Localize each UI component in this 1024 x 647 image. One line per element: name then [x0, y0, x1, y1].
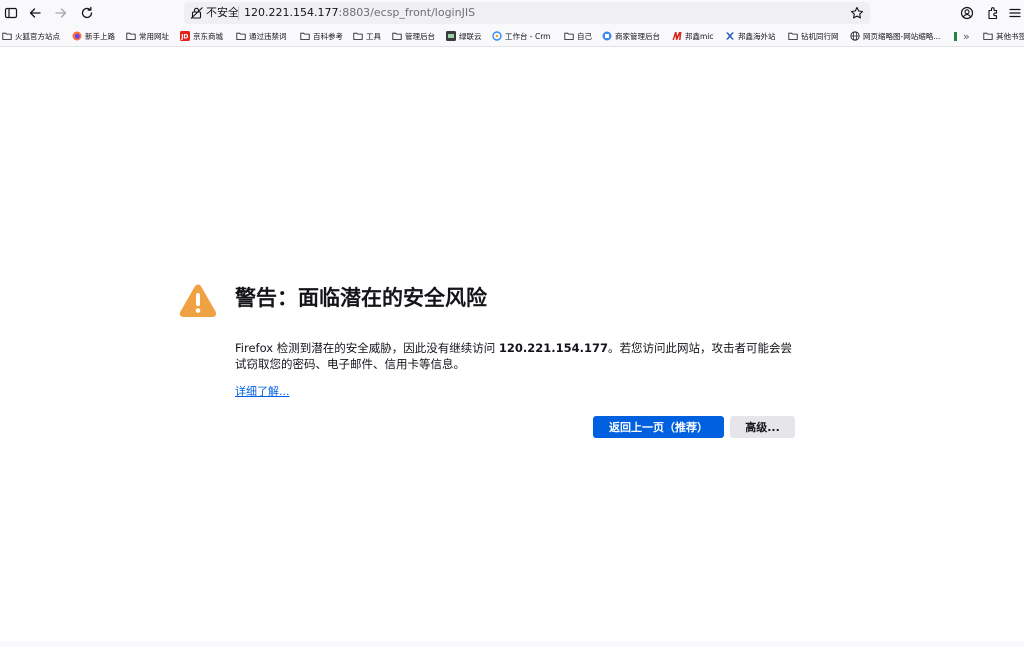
- crm-icon: [492, 31, 502, 41]
- sidebar-icon[interactable]: [2, 4, 20, 22]
- bookmark-item-other[interactable]: 其他书签: [983, 29, 1024, 43]
- learn-more-link[interactable]: 详细了解...: [235, 384, 290, 400]
- bx-icon: [725, 31, 735, 41]
- hamburger-menu-icon[interactable]: [1006, 4, 1024, 22]
- navigation-toolbar: 不安全 120.221.154.177:8803/ecsp_front/logi…: [0, 0, 1024, 26]
- folder-icon: [300, 31, 310, 41]
- account-icon[interactable]: [958, 4, 976, 22]
- bookmark-label: 绿联云: [459, 31, 482, 41]
- bookmark-overflow[interactable]: »: [954, 29, 970, 43]
- shop-icon: [602, 31, 612, 41]
- bookmark-label: 其他书签: [996, 31, 1024, 41]
- bookmark-item[interactable]: 邦鑫海外站: [725, 29, 776, 43]
- bookmark-label: 钻机同行网: [801, 31, 839, 41]
- bookmark-item[interactable]: 商家管理后台: [602, 29, 660, 43]
- bookmark-item[interactable]: JD 京东商城: [180, 29, 223, 43]
- back-arrow-icon[interactable]: [26, 4, 44, 22]
- ugreen-icon: [446, 31, 456, 41]
- bookmark-label: 新手上路: [85, 31, 115, 41]
- url-separator: [238, 6, 239, 20]
- security-status-label: 不安全: [206, 6, 239, 19]
- page-title: 警告：面临潜在的安全风险: [235, 286, 487, 310]
- chevron-double-right-icon: »: [963, 29, 970, 43]
- mic-icon: [672, 31, 682, 41]
- bookmark-label: 常用网址: [139, 31, 169, 41]
- bookmark-label: 京东商城: [193, 31, 223, 41]
- bookmark-label: 火狐官方站点: [15, 31, 60, 41]
- description-host: 120.221.154.177: [498, 341, 609, 355]
- bookmark-item[interactable]: 网页缩略图-网站缩略...: [850, 29, 940, 43]
- bookmarks-toolbar: 火狐官方站点 新手上路 常用网址 JD 京东商城 通过违禁词 百科参考 工具 管理…: [0, 26, 1024, 47]
- bookmark-label: 工具: [366, 31, 381, 41]
- insecure-lock-icon[interactable]: [190, 6, 204, 20]
- bottom-edge: [0, 641, 1024, 647]
- bookmark-label: 邦鑫mic: [685, 31, 714, 41]
- error-description: Firefox 检测到潜在的安全威胁，因此没有继续访问 120.221.154.…: [235, 340, 800, 372]
- folder-icon: [983, 31, 993, 41]
- star-icon[interactable]: [850, 6, 864, 20]
- extensions-icon[interactable]: [984, 4, 1002, 22]
- bookmark-label: 管理后台: [405, 31, 435, 41]
- bookmark-label: 百科参考: [313, 31, 343, 41]
- bookmark-item[interactable]: 工作台 - Crm: [492, 29, 550, 43]
- svg-text:JD: JD: [180, 34, 188, 41]
- bookmark-item[interactable]: 工具: [353, 29, 381, 43]
- warning-icon: [179, 284, 217, 317]
- bookmark-item[interactable]: 邦鑫mic: [672, 29, 714, 43]
- folder-icon: [392, 31, 402, 41]
- bookmark-item[interactable]: 通过违禁词: [236, 29, 287, 43]
- folder-icon: [353, 31, 363, 41]
- bookmark-item[interactable]: 百科参考: [300, 29, 343, 43]
- folder-icon: [126, 31, 136, 41]
- forward-arrow-icon[interactable]: [52, 4, 70, 22]
- bookmark-label: 邦鑫海外站: [738, 31, 776, 41]
- go-back-button[interactable]: 返回上一页（推荐）: [593, 416, 724, 438]
- advanced-button[interactable]: 高级...: [730, 416, 795, 438]
- bookmark-item[interactable]: 常用网址: [126, 29, 169, 43]
- url-text[interactable]: 120.221.154.177:8803/ecsp_front/loginJIS: [244, 5, 475, 21]
- bookmark-label: 工作台 - Crm: [505, 31, 551, 41]
- bookmark-item[interactable]: 钻机同行网: [788, 29, 839, 43]
- url-path: :8803/ecsp_front/loginJIS: [338, 6, 476, 19]
- bookmark-item[interactable]: 绿联云: [446, 29, 482, 43]
- bookmark-label: 自己: [577, 31, 592, 41]
- reload-icon[interactable]: [78, 4, 96, 22]
- url-host: 120.221.154.177: [244, 6, 339, 19]
- folder-icon: [788, 31, 798, 41]
- description-text: Firefox 检测到潜在的安全威胁，因此没有继续访问: [235, 341, 499, 355]
- jd-icon: JD: [180, 31, 190, 41]
- bookmark-item[interactable]: 火狐官方站点: [2, 29, 60, 43]
- firefox-icon: [72, 31, 82, 41]
- bookmark-item[interactable]: 管理后台: [392, 29, 435, 43]
- url-bar[interactable]: 不安全 120.221.154.177:8803/ecsp_front/logi…: [184, 2, 870, 24]
- bookmark-item[interactable]: 新手上路: [72, 29, 115, 43]
- bookmark-label: 商家管理后台: [615, 31, 660, 41]
- bookmark-item[interactable]: 自己: [564, 29, 592, 43]
- globe-icon: [850, 31, 860, 41]
- bookmark-label: 通过违禁词: [249, 31, 287, 41]
- bookmark-label: 网页缩略图-网站缩略...: [863, 31, 941, 41]
- bookmark-favicon-icon: [954, 31, 957, 41]
- folder-icon: [2, 31, 12, 41]
- folder-icon: [236, 31, 246, 41]
- folder-icon: [564, 31, 574, 41]
